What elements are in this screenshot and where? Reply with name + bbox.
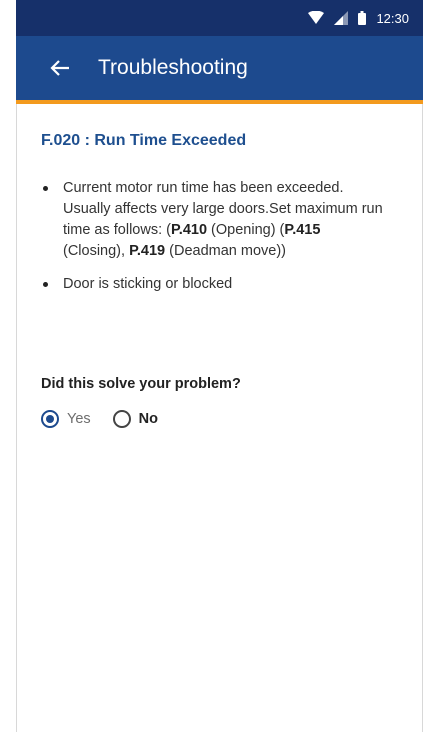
option-no-label: No — [138, 411, 158, 427]
radio-yes[interactable] — [41, 410, 59, 428]
content-area: F.020 : Run Time Exceeded Current motor … — [16, 104, 423, 732]
feedback-question: Did this solve your problem? — [41, 376, 241, 392]
option-yes[interactable]: Yes — [41, 410, 91, 428]
cellular-signal-icon — [334, 11, 349, 25]
back-button[interactable] — [40, 48, 80, 88]
arrow-left-icon — [50, 60, 69, 76]
parameter-code: P.410 — [170, 222, 208, 238]
status-bar: 12:30 — [16, 0, 423, 36]
option-no[interactable]: No — [112, 410, 158, 428]
status-time: 12:30 — [376, 10, 409, 26]
parameter-code: P.419 — [129, 243, 166, 259]
wifi-icon — [308, 11, 325, 25]
screen: 12:30 Troubleshooting F.020 : Run Time E… — [0, 0, 439, 732]
option-yes-label: Yes — [67, 411, 91, 427]
radio-no[interactable] — [112, 410, 131, 428]
feedback-options: Yes No — [41, 410, 180, 428]
fault-title: F.020 : Run Time Exceeded — [41, 132, 247, 149]
cause-item: Current motor run time has been exceeded… — [41, 178, 386, 262]
app-bar: Troubleshooting — [16, 36, 423, 100]
parameter-code: P.415 — [284, 222, 321, 238]
page-title: Troubleshooting — [98, 56, 248, 79]
cause-list: Current motor run time has been exceeded… — [41, 178, 386, 307]
battery-icon — [358, 11, 367, 25]
cause-item: Door is sticking or blocked — [41, 274, 386, 295]
